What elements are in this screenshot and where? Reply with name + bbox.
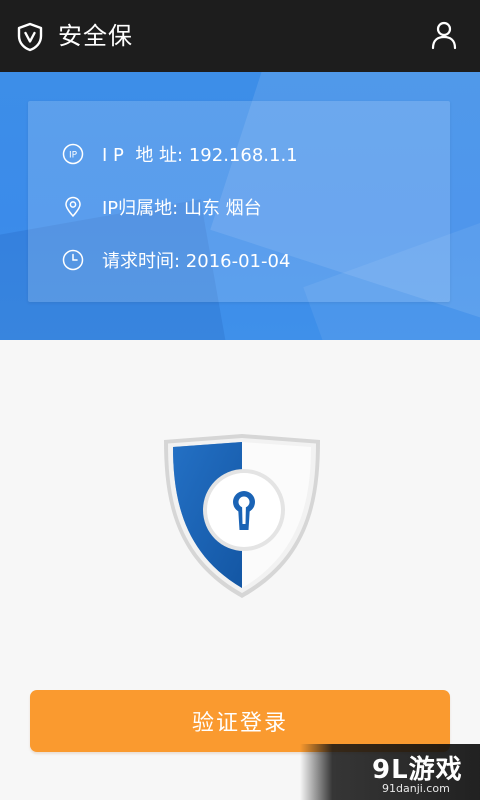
info-row-ip-location: IP归属地: 山东 烟台 bbox=[62, 194, 262, 220]
watermark-domain: 91danji.com bbox=[382, 782, 450, 795]
request-info-card: IP I P 地 址: 192.168.1.1 IP归属地: 山东 烟台 请求时… bbox=[28, 101, 450, 302]
location-pin-icon bbox=[65, 196, 81, 218]
clock-icon bbox=[62, 249, 84, 271]
request-time-text: 请求时间: 2016-01-04 bbox=[102, 251, 291, 272]
ip-icon: IP bbox=[62, 143, 84, 165]
shield-lock-icon bbox=[164, 434, 320, 598]
info-row-request-time: 请求时间: 2016-01-04 bbox=[62, 247, 290, 273]
info-row-ip-address: IP I P 地 址: 192.168.1.1 bbox=[62, 141, 298, 167]
shield-v-icon bbox=[17, 22, 43, 52]
watermark-brand: 9L游戏 bbox=[372, 755, 463, 785]
app-title: 安全保 bbox=[58, 22, 133, 50]
svg-text:IP: IP bbox=[69, 151, 78, 161]
user-icon[interactable] bbox=[430, 20, 458, 50]
ip-location-text: IP归属地: 山东 烟台 bbox=[102, 198, 262, 219]
app-header: 安全保 bbox=[0, 0, 480, 72]
watermark-logo: 9L游戏 91danji.com bbox=[300, 744, 480, 800]
ip-address-text: I P 地 址: 192.168.1.1 bbox=[102, 145, 298, 166]
verify-login-button[interactable]: 验证登录 bbox=[30, 690, 450, 752]
